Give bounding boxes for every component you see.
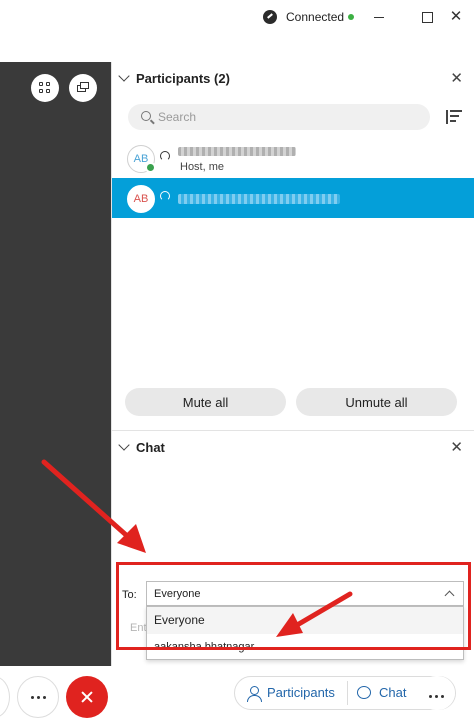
chat-header[interactable]: Chat ✕ bbox=[112, 431, 474, 465]
chevron-down-icon[interactable] bbox=[118, 70, 130, 82]
grid-icon bbox=[39, 82, 43, 86]
chat-close-button[interactable]: ✕ bbox=[450, 438, 463, 456]
end-call-button[interactable] bbox=[66, 676, 108, 718]
connection-key-icon bbox=[263, 10, 277, 24]
avatar: AB bbox=[127, 185, 155, 213]
window-close-button[interactable]: ✕ bbox=[445, 7, 467, 27]
participants-title: Participants (2) bbox=[136, 71, 230, 86]
grid-icon bbox=[46, 89, 50, 93]
participant-name-redacted bbox=[178, 147, 296, 156]
participants-close-button[interactable]: ✕ bbox=[450, 69, 463, 87]
participant-search[interactable] bbox=[128, 104, 430, 130]
participants-header[interactable]: Participants (2) ✕ bbox=[112, 62, 474, 96]
mute-all-button[interactable]: Mute all bbox=[125, 388, 286, 416]
grid-view-button[interactable] bbox=[31, 74, 59, 102]
bottom-toolbar: Participants Chat bbox=[0, 666, 474, 728]
participant-row[interactable]: AB Host, me bbox=[112, 138, 474, 178]
chevron-down-icon[interactable] bbox=[118, 439, 130, 451]
connected-indicator-dot bbox=[348, 14, 354, 20]
maximize-button[interactable] bbox=[416, 7, 438, 27]
more-options-button[interactable] bbox=[419, 676, 455, 710]
participant-name-redacted bbox=[178, 194, 340, 204]
toolbar-button-partial[interactable] bbox=[0, 676, 10, 718]
chat-title: Chat bbox=[136, 440, 165, 455]
connection-status: Connected bbox=[286, 10, 345, 24]
more-options-button[interactable] bbox=[17, 676, 59, 718]
headset-icon bbox=[160, 191, 170, 201]
title-bar: Connected ✕ bbox=[0, 0, 474, 34]
grid-icon bbox=[46, 82, 50, 86]
participants-toggle-button[interactable]: Participants bbox=[245, 677, 335, 709]
chat-toggle-button[interactable]: Chat bbox=[357, 677, 406, 709]
participant-role: Host, me bbox=[180, 161, 225, 173]
grid-icon bbox=[39, 89, 43, 93]
minimize-button[interactable] bbox=[368, 7, 390, 27]
unmute-all-button[interactable]: Unmute all bbox=[296, 388, 457, 416]
video-area bbox=[0, 62, 111, 666]
search-input[interactable] bbox=[158, 108, 418, 126]
presence-badge-icon bbox=[145, 162, 156, 173]
search-icon bbox=[141, 111, 151, 121]
layout-icon bbox=[80, 82, 89, 89]
sort-icon[interactable] bbox=[446, 108, 462, 126]
annotation-highlight-box bbox=[116, 562, 471, 650]
layout-button[interactable] bbox=[69, 74, 97, 102]
headset-icon bbox=[160, 151, 170, 161]
toolbar-separator bbox=[347, 681, 348, 705]
participant-row[interactable]: AB bbox=[112, 178, 474, 218]
